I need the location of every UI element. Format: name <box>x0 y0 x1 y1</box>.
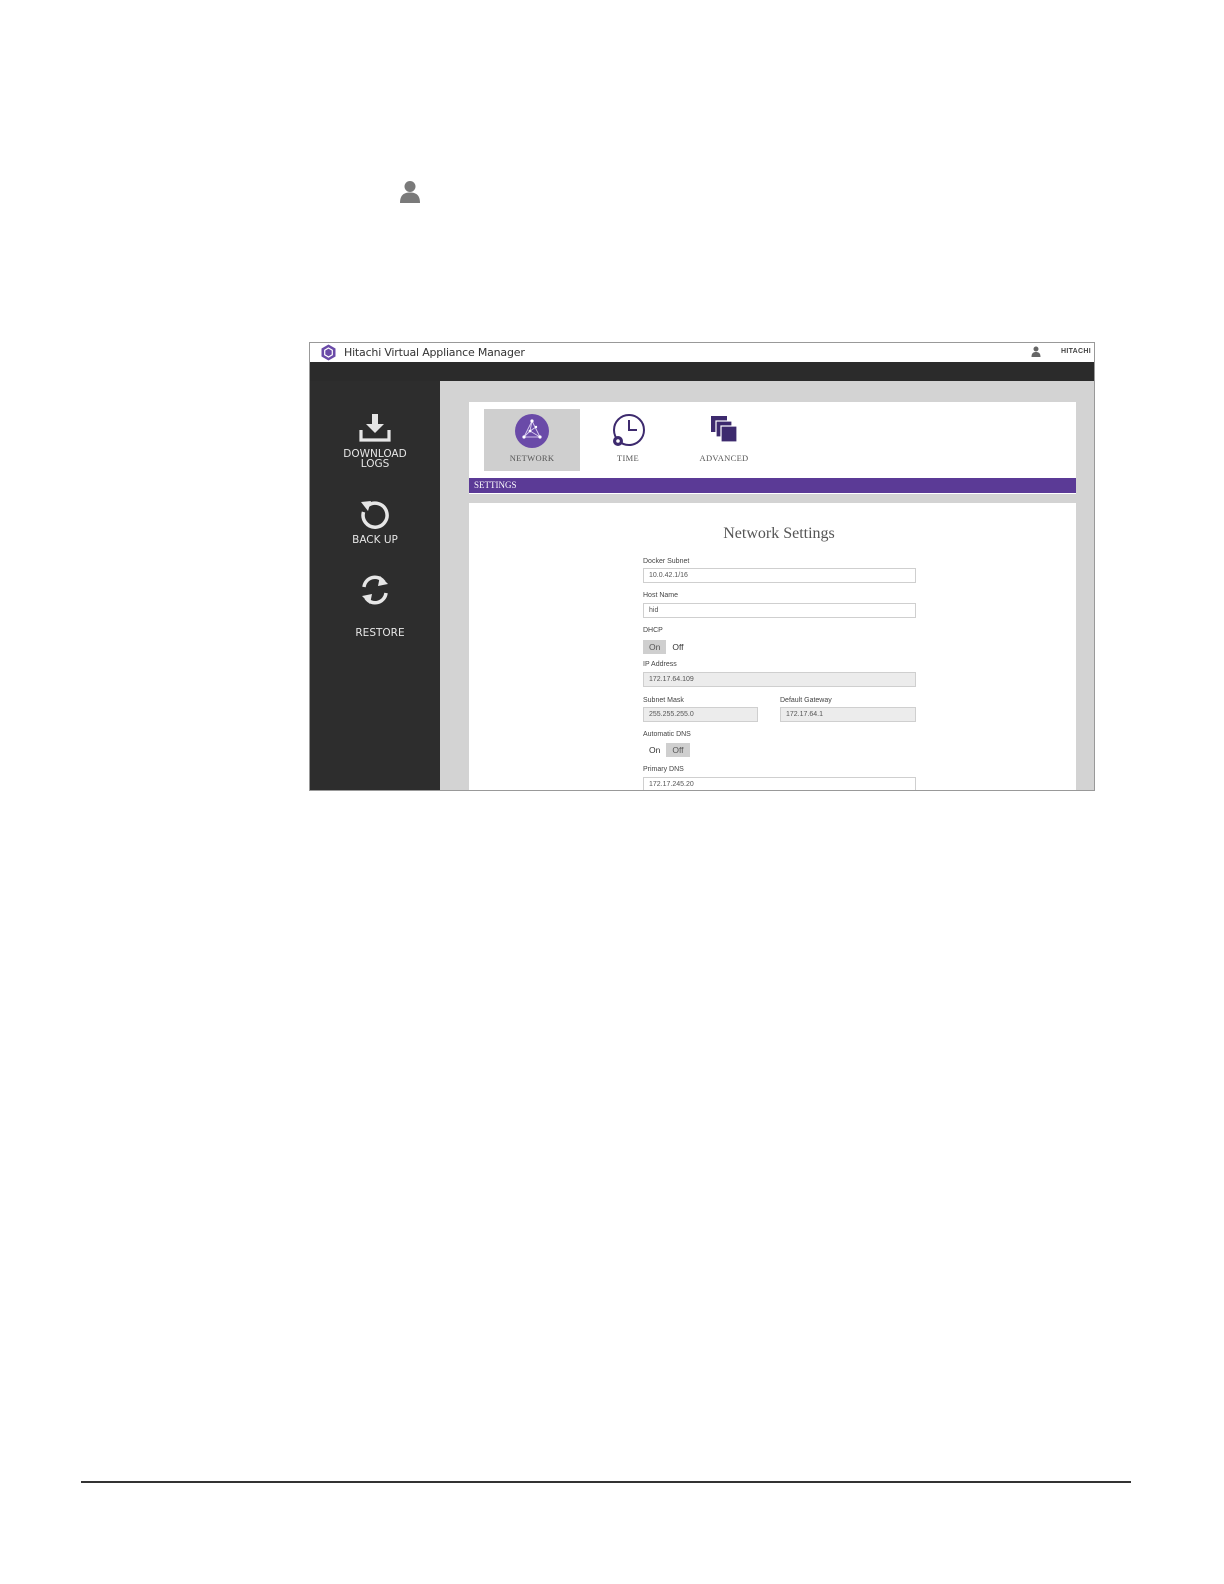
tab-advanced-label: ADVANCED <box>699 453 749 463</box>
download-icon <box>359 414 391 442</box>
app-window: Hitachi Virtual Appliance Manager HITACH… <box>309 342 1095 791</box>
host-name-label: Host Name <box>643 592 679 599</box>
dhcp-label: DHCP <box>643 627 663 634</box>
host-name-input[interactable]: hid <box>643 603 916 618</box>
header-bar <box>310 362 1094 381</box>
download-logs-label-2: LOGS <box>360 458 390 470</box>
brand-logo: HITACHI <box>1061 348 1091 355</box>
tabs-panel: NETWORK TIME ADVANCED SETTINGS <box>469 402 1076 494</box>
footer-divider <box>81 1481 1131 1483</box>
docker-subnet-label: Docker Subnet <box>643 558 690 565</box>
automatic-dns-off-button[interactable]: Off <box>666 743 690 757</box>
restore-label: RESTORE <box>355 627 405 639</box>
dhcp-off-button[interactable]: Off <box>666 640 689 654</box>
automatic-dns-on-button[interactable]: On <box>643 743 666 757</box>
docker-subnet-input[interactable]: 10.0.42.1/16 <box>643 568 916 583</box>
tab-network-label: NETWORK <box>509 453 555 463</box>
restore-icon <box>362 575 388 605</box>
dhcp-on-button[interactable]: On <box>643 640 667 654</box>
tab-advanced[interactable]: ADVANCED <box>676 409 772 471</box>
tab-network[interactable]: NETWORK <box>484 409 580 471</box>
title-bar: Hitachi Virtual Appliance Manager HITACH… <box>310 343 1094 362</box>
sidebar: DOWNLOAD LOGS BACK UP RESTORE <box>310 381 440 790</box>
form-title: Network Settings <box>723 525 835 542</box>
network-settings-form: Network Settings Docker Subnet 10.0.42.1… <box>469 503 1076 790</box>
tab-time[interactable]: TIME <box>580 409 676 471</box>
network-icon <box>515 414 549 448</box>
ip-address-label: IP Address <box>643 661 677 668</box>
hitachi-logo-icon <box>321 344 336 361</box>
account-icon[interactable] <box>1031 346 1041 357</box>
tab-time-label: TIME <box>617 453 639 463</box>
clock-icon <box>613 414 645 446</box>
app-title: Hitachi Virtual Appliance Manager <box>344 346 525 359</box>
primary-dns-label: Primary DNS <box>643 766 684 773</box>
advanced-icon <box>711 416 738 443</box>
settings-bar: SETTINGS <box>469 478 1076 493</box>
dhcp-toggle: On Off <box>643 640 690 654</box>
automatic-dns-label: Automatic DNS <box>643 731 691 738</box>
primary-dns-input[interactable]: 172.17.245.20 <box>643 777 916 790</box>
default-gateway-label: Default Gateway <box>780 697 832 704</box>
ip-address-input[interactable]: 172.17.64.109 <box>643 672 916 687</box>
subnet-mask-input[interactable]: 255.255.255.0 <box>643 707 758 722</box>
subnet-mask-label: Subnet Mask <box>643 697 684 704</box>
download-logs-button[interactable]: DOWNLOAD LOGS <box>310 413 440 469</box>
backup-icon <box>361 501 389 529</box>
restore-button[interactable]: RESTORE <box>310 572 440 638</box>
main-content: NETWORK TIME ADVANCED SETTINGS Network S… <box>440 381 1094 790</box>
backup-button[interactable]: BACK UP <box>310 498 440 545</box>
automatic-dns-toggle: On Off <box>643 743 690 757</box>
user-icon <box>400 181 420 203</box>
backup-label: BACK UP <box>352 534 398 546</box>
default-gateway-input[interactable]: 172.17.64.1 <box>780 707 916 722</box>
